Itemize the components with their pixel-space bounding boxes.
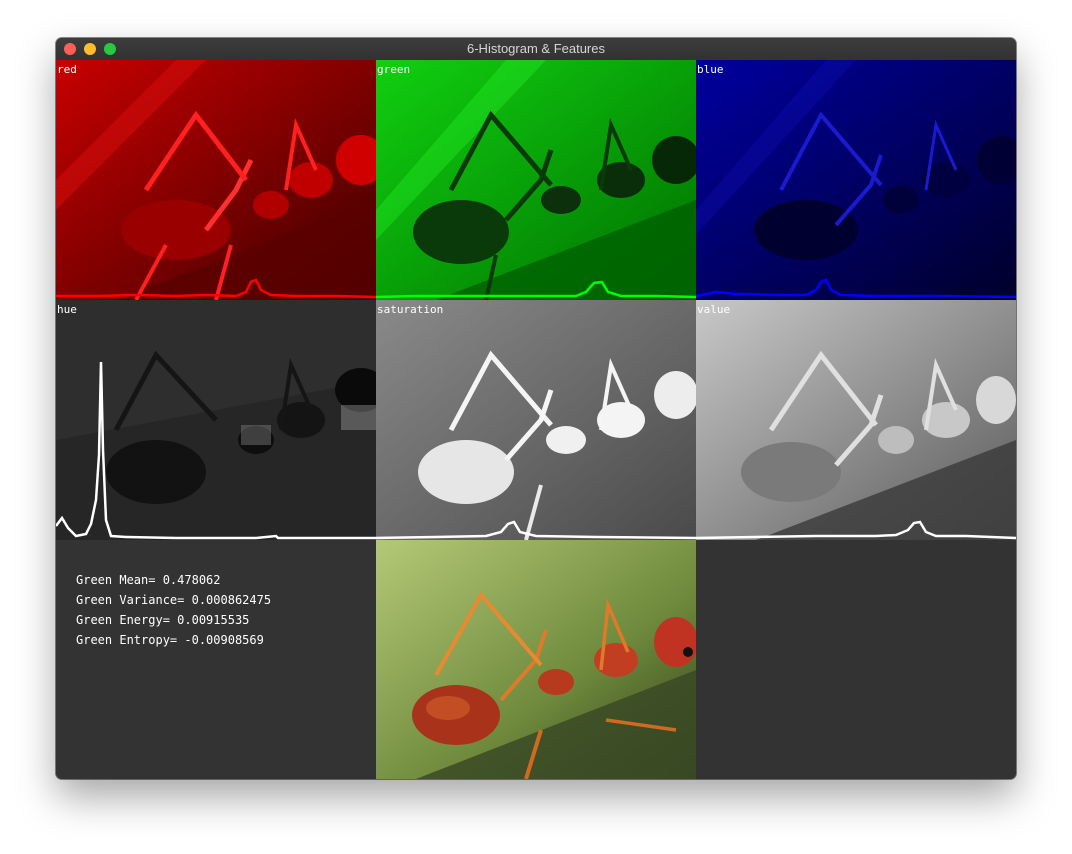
original-ant-image [376, 540, 696, 779]
saturation-channel-image [376, 300, 696, 540]
hue-label: hue [57, 303, 77, 316]
green-channel-image [376, 60, 696, 300]
window-title: 6-Histogram & Features [467, 41, 605, 56]
value-channel-panel: value [696, 300, 1016, 540]
hue-channel-panel: hue [56, 300, 376, 540]
features-text: Green Mean= 0.478062 Green Variance= 0.0… [76, 570, 271, 650]
blue-channel-panel: blue [696, 60, 1016, 300]
green-variance-text: Green Variance= 0.000862475 [76, 593, 272, 607]
empty-panel [696, 540, 1016, 779]
saturation-label: saturation [377, 303, 444, 316]
red-channel-image [56, 60, 376, 300]
saturation-channel-panel: saturation [376, 300, 696, 540]
blue-channel-image [696, 60, 1016, 300]
green-entropy-text: Green Entropy= -0.00908569 [76, 633, 264, 647]
blue-label: blue [697, 63, 724, 76]
green-channel-panel: green [376, 60, 696, 300]
green-mean-text: Green Mean= 0.478062 [76, 573, 221, 587]
green-label: green [377, 63, 411, 76]
image-grid: red green blue hue saturation value Gree… [56, 60, 1016, 779]
red-channel-panel: red [56, 60, 376, 300]
hue-channel-image [56, 300, 376, 540]
title-bar: 6-Histogram & Features [56, 38, 1016, 61]
features-panel: Green Mean= 0.478062 Green Variance= 0.0… [56, 540, 376, 779]
red-label: red [57, 63, 77, 76]
value-channel-image [696, 300, 1016, 540]
green-energy-text: Green Energy= 0.00915535 [76, 613, 250, 627]
value-label: value [697, 303, 731, 316]
original-image-panel [376, 540, 696, 779]
app-window: 6-Histogram & Features red green blue hu… [56, 38, 1016, 779]
